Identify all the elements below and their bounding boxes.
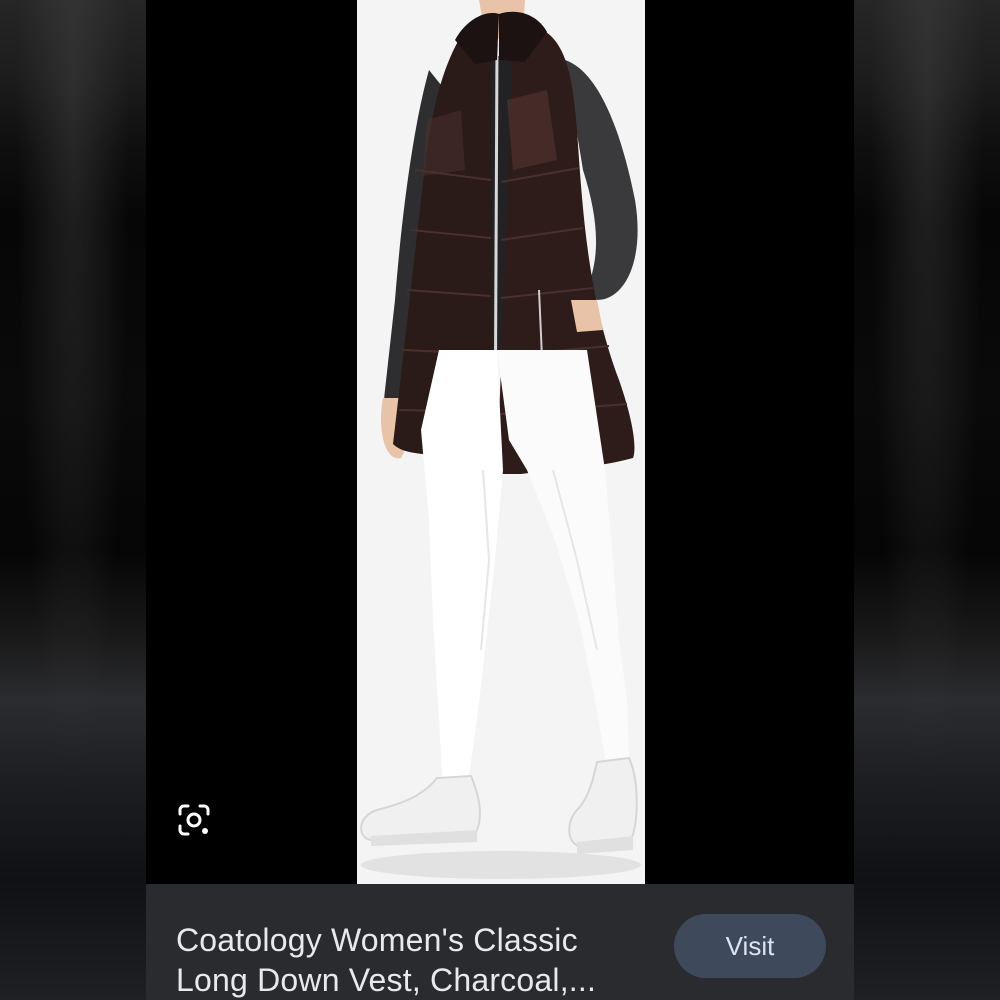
blurred-backdrop-left xyxy=(0,0,146,1000)
blurred-backdrop-right xyxy=(854,0,1000,1000)
visit-button[interactable]: Visit xyxy=(674,914,826,978)
visual-search-icon xyxy=(177,803,211,842)
product-title[interactable]: Coatology Women's Classic Long Down Vest… xyxy=(176,920,646,1000)
product-photo xyxy=(357,0,645,884)
model-illustration xyxy=(357,0,645,884)
result-card: Coatology Women's Classic Long Down Vest… xyxy=(146,0,854,1000)
visual-search-button[interactable] xyxy=(172,800,216,844)
image-viewer[interactable] xyxy=(146,0,854,884)
screen: Coatology Women's Classic Long Down Vest… xyxy=(0,0,1000,1000)
result-info-bar: Coatology Women's Classic Long Down Vest… xyxy=(146,884,854,1000)
